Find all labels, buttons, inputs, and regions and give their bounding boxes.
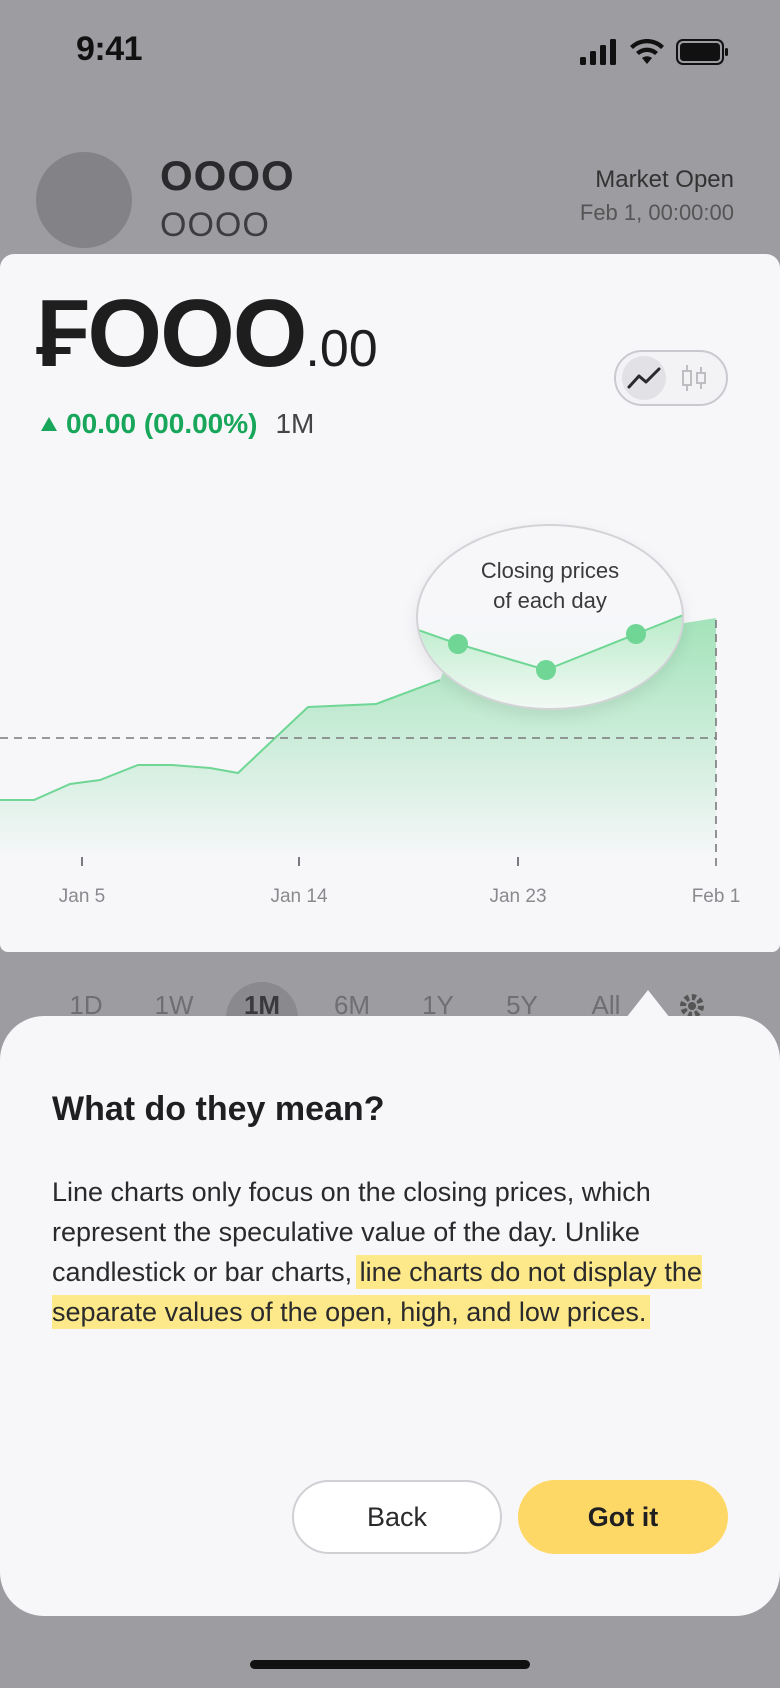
callout-line-2: of each day xyxy=(493,588,607,613)
battery-icon xyxy=(676,39,728,65)
sheet-title: What do they mean? xyxy=(52,1090,385,1128)
avatar xyxy=(36,152,132,248)
x-tick-label: Jan 23 xyxy=(489,886,547,907)
x-tick-label: Jan 14 xyxy=(270,886,328,907)
close-point xyxy=(448,634,468,654)
sheet-body: Line charts only focus on the closing pr… xyxy=(52,1172,742,1332)
callout-chart-line xyxy=(418,614,682,708)
x-tick-label: Feb 1 xyxy=(691,886,741,907)
status-time: 9:41 xyxy=(76,30,143,68)
got-it-button[interactable]: Got it xyxy=(518,1480,728,1554)
home-indicator[interactable] xyxy=(250,1660,530,1669)
signal-icon xyxy=(580,39,616,65)
sheet-pointer xyxy=(626,990,670,1018)
ticker-symbol: OOOO xyxy=(160,152,295,199)
market-status: Market Open xyxy=(595,166,734,193)
callout-line-1: Closing prices xyxy=(480,558,620,583)
ticker-name: OOOO xyxy=(160,206,270,244)
x-tick-label: Jan 5 xyxy=(58,886,106,907)
back-button[interactable]: Back xyxy=(292,1480,502,1554)
market-time: Feb 1, 00:00:00 xyxy=(579,200,734,225)
closing-price-callout: Closing prices of each day xyxy=(416,524,684,710)
callout-text: Closing prices of each day xyxy=(418,556,682,616)
close-point xyxy=(626,624,646,644)
close-point xyxy=(536,660,556,680)
wifi-icon xyxy=(630,39,664,64)
status-icons xyxy=(580,36,730,68)
